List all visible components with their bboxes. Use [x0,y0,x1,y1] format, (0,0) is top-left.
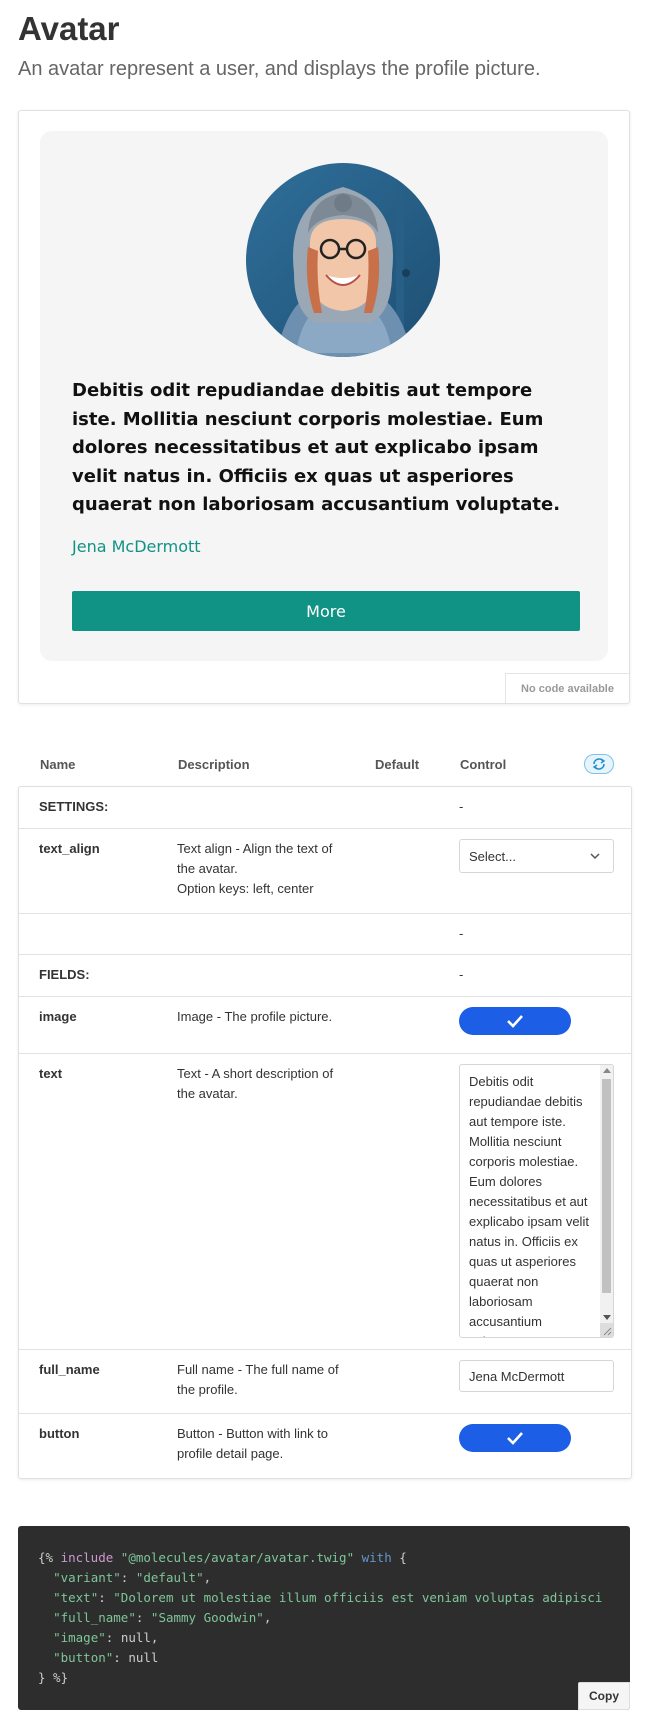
row-name: button [39,1426,80,1441]
row-control-placeholder: - [459,799,464,814]
page-title: Avatar [18,10,120,47]
row-name: FIELDS: [39,967,90,982]
row-name: image [39,1009,77,1024]
checkmark-icon [507,1015,523,1028]
row-name: text_align [39,841,100,856]
option-keys: Option keys: left, center [177,881,314,896]
row-name: full_name [39,1362,100,1377]
row-description: Text - A short description of the avatar… [177,1066,334,1101]
table-row-spacer: - [19,914,631,955]
column-header-default: Default [375,757,420,772]
page-subtitle: An avatar represent a user, and displays… [18,58,541,80]
more-button[interactable]: More [72,591,580,631]
table-row-text-align: text_align Text align - Align the text o… [19,829,631,914]
scrollbar-thumb[interactable] [602,1079,611,1293]
column-header-control: Control [460,757,507,772]
textarea-scrollbar[interactable] [600,1065,613,1323]
row-description: Text align - Align the text of the avata… [177,839,347,899]
resize-handle-icon[interactable] [600,1323,613,1337]
table-row-text: text Text - A short description of the a… [19,1054,631,1350]
scroll-up-icon[interactable] [603,1068,611,1073]
row-description: Button - Button with link to profile det… [177,1426,329,1461]
profile-photo [246,163,440,357]
checkmark-icon [507,1432,523,1445]
full-name-input[interactable]: Jena McDermott [459,1360,614,1392]
chevron-down-icon [590,853,600,860]
grip-lines [603,1327,612,1336]
textarea-value: Debitis odit repudiandae debitis aut tem… [469,1074,589,1337]
table-row-fields: FIELDS: - [19,955,631,997]
text-textarea[interactable]: Debitis odit repudiandae debitis aut tem… [459,1064,614,1338]
row-description: Full name - The full name of the profile… [177,1362,339,1397]
row-name: text [39,1066,63,1081]
table-row-image: image Image - The profile picture. [19,997,631,1054]
copy-button[interactable]: Copy [578,1682,630,1710]
code-text: {% include "@molecules/avatar/avatar.twi… [38,1550,603,1685]
props-table-header: Name Description Default Control [18,746,632,782]
column-header-description: Description [178,757,250,772]
text-align-select[interactable]: Select... [459,839,614,873]
props-table: SETTINGS: - text_align Text align - Alig… [18,786,632,1479]
code-snippet: {% include "@molecules/avatar/avatar.twi… [18,1526,630,1710]
avatar-description: Debitis odit repudiandae debitis aut tem… [72,380,561,515]
image-toggle[interactable] [459,1007,571,1035]
row-name: SETTINGS: [39,799,109,814]
table-row-settings: SETTINGS: - [19,787,631,829]
refresh-icon [592,758,606,770]
avatar-card: Debitis odit repudiandae debitis aut tem… [40,131,608,661]
table-row-full-name: full_name Full name - The full name of t… [19,1350,631,1414]
row-control-placeholder: - [459,967,464,982]
row-control-placeholder: - [459,926,464,941]
no-code-available-label: No code available [505,673,629,703]
row-description: Image - The profile picture. [177,1009,333,1024]
avatar-full-name[interactable]: Jena McDermott [72,537,201,556]
button-toggle[interactable] [459,1424,571,1452]
component-preview: Debitis odit repudiandae debitis aut tem… [18,110,630,704]
reset-controls-button[interactable] [584,754,614,774]
avatar-image [246,163,440,357]
table-row-button: button Button - Button with link to prof… [19,1414,631,1478]
scroll-down-icon[interactable] [603,1315,611,1320]
description-text: Text align - Align the text of the avata… [177,841,333,876]
column-header-name: Name [40,757,76,772]
select-value: Select... [469,848,516,864]
